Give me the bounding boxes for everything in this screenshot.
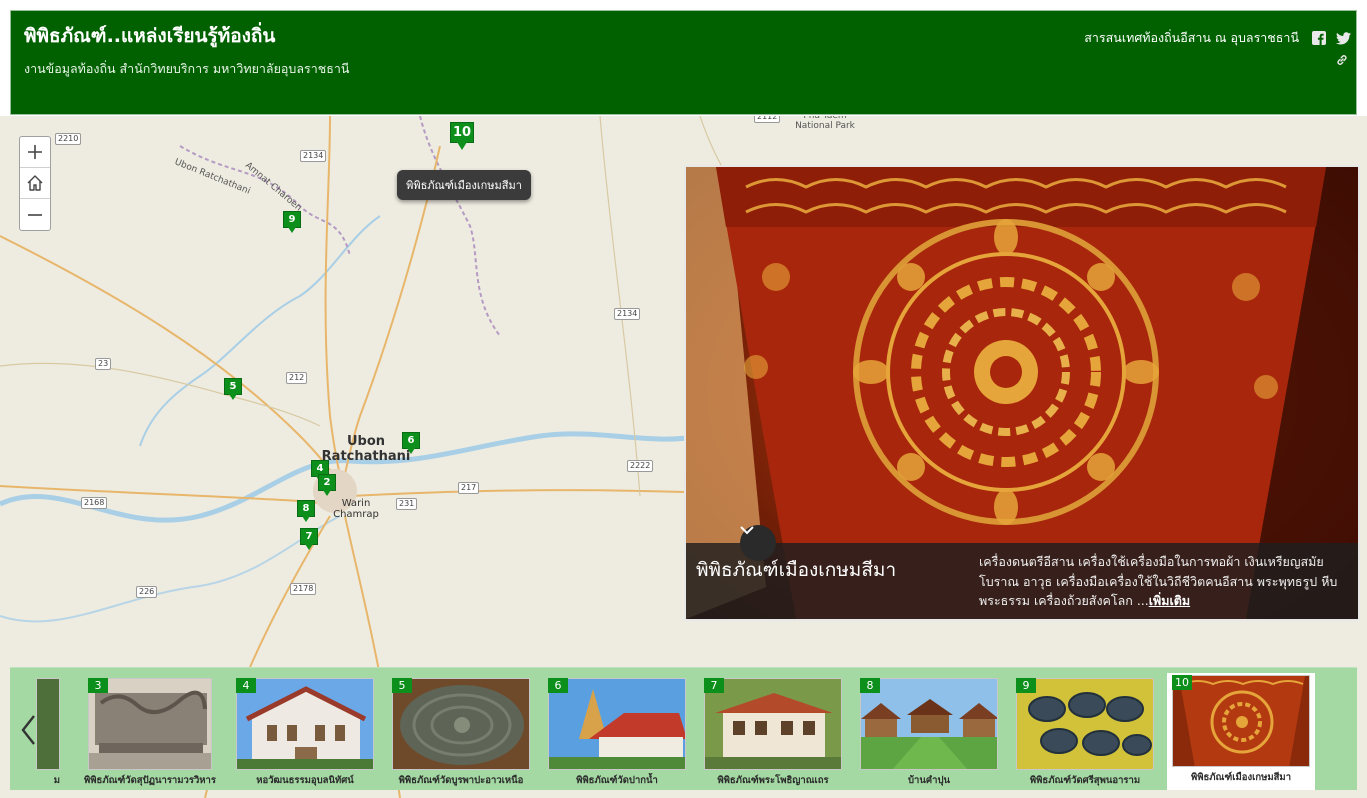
zoom-out-button[interactable] — [20, 199, 50, 230]
thumbnail-label: พิพิธภัณฑ์พระโพธิญาณเถร — [717, 775, 829, 786]
thumbnail-4[interactable]: 4 หอวัฒนธรรมอุบลนิทัศน์ — [236, 678, 374, 786]
zoom-in-button[interactable] — [20, 137, 50, 168]
thumbnail-number: 5 — [392, 678, 412, 693]
city-line: Warin — [341, 498, 371, 509]
road-number: 2112 — [754, 116, 781, 123]
header-links: สารสนเทศท้องถิ่นอีสาน ณ อุบลราชธานี — [1084, 28, 1351, 48]
city-line: Chamrap — [333, 509, 379, 520]
thumbnail-image — [704, 678, 842, 770]
header-bar: พิพิธภัณฑ์..แหล่งเรียนรู้ท้องถิ่น งานข้อ… — [0, 0, 1367, 116]
road-number: 2222 — [627, 460, 654, 472]
city-line: Ratchathani — [321, 449, 411, 464]
thumbnail-carousel: ม 3 พิพิธภัณฑ์วัดสุปัฏนารามวรวิหาร 4 หอว… — [10, 667, 1357, 790]
info-panel: พิพิธภัณฑ์เมืองเกษมสีมา เครื่องดนตรีอีสา… — [684, 165, 1360, 621]
thumbnail-image — [236, 678, 374, 770]
thumbnail-9[interactable]: 9 พิพิธภัณฑ์วัดศรีสุพนอาราม — [1016, 678, 1154, 786]
thumbnail-number: 8 — [860, 678, 880, 693]
thumbnail-label: พิพิธภัณฑ์วัดศรีสุพนอาราม — [1029, 775, 1141, 786]
chevron-left-icon — [21, 715, 35, 745]
road-number: 2178 — [290, 583, 317, 595]
marker-number: 8 — [297, 500, 315, 517]
plus-icon — [28, 145, 42, 159]
road-number: 2210 — [55, 133, 82, 145]
thumbnail-6[interactable]: 6 พิพิธภัณฑ์วัดปากน้ำ — [548, 678, 686, 786]
thumbnail-8[interactable]: 8 บ้านคำปุน — [860, 678, 998, 786]
thumbnail-label: พิพิธภัณฑ์วัดบูรพาปะอาวเหนือ — [398, 775, 524, 786]
map-marker[interactable]: 5 — [224, 378, 242, 400]
thumbnail-number: 3 — [88, 678, 108, 693]
thumbnail-label: ม — [53, 775, 60, 786]
header-link[interactable]: สารสนเทศท้องถิ่นอีสาน ณ อุบลราชธานี — [1084, 28, 1299, 48]
city-label-warin: Warin Chamrap — [330, 498, 382, 520]
marker-tooltip: พิพิธภัณฑ์เมืองเกษมสีมา — [397, 170, 531, 200]
thumbnail-label: หอวัฒนธรรมอุบลนิทัศน์ — [256, 775, 354, 786]
road-number: 217 — [458, 482, 480, 494]
page-title: พิพิธภัณฑ์..แหล่งเรียนรู้ท้องถิ่น — [24, 25, 276, 47]
thumbnail-label: บ้านคำปุน — [907, 775, 951, 786]
share-link-icon[interactable] — [1335, 52, 1349, 66]
story-map-app: พิพิธภัณฑ์..แหล่งเรียนรู้ท้องถิ่น งานข้อ… — [0, 0, 1367, 798]
marker-number: 9 — [283, 211, 301, 228]
marker-number: 5 — [224, 378, 242, 395]
road-number: 2134 — [614, 308, 641, 320]
map-marker[interactable]: 7 — [300, 528, 318, 550]
map-marker[interactable]: 6 — [402, 432, 420, 454]
thumbnail-image — [1172, 675, 1310, 767]
thumbnail-image — [860, 678, 998, 770]
thumbnail-number: 7 — [704, 678, 724, 693]
road-number: 23 — [95, 358, 112, 370]
map-marker[interactable]: 8 — [297, 500, 315, 522]
thumbnail-label: พิพิธภัณฑ์เมืองเกษมสีมา — [1190, 772, 1292, 783]
marker-number: 2 — [318, 474, 336, 491]
thumbnail-5[interactable]: 5 พิพิธภัณฑ์วัดบูรพาปะอาวเหนือ — [392, 678, 530, 786]
map-marker[interactable]: 9 — [283, 211, 301, 233]
road-number: 212 — [286, 372, 308, 384]
thumbnail-image — [1016, 678, 1154, 770]
minus-icon — [28, 213, 42, 216]
twitter-icon[interactable] — [1335, 30, 1351, 46]
thumbnail-number: 10 — [1172, 675, 1192, 690]
zoom-control — [19, 136, 51, 231]
map-place-label: Pha Taem National Park — [795, 116, 855, 131]
road-number: 231 — [396, 498, 418, 510]
info-title: พิพิธภัณฑ์เมืองเกษมสีมา — [696, 559, 897, 581]
thumbnail-number: 4 — [236, 678, 256, 693]
facebook-icon[interactable] — [1311, 30, 1327, 46]
page-subtitle: งานข้อมูลท้องถิ่น สำนักวิทยบริการ มหาวิท… — [24, 61, 350, 76]
thumbnail-image — [548, 678, 686, 770]
info-caption: พิพิธภัณฑ์เมืองเกษมสีมา เครื่องดนตรีอีสา… — [686, 525, 1358, 619]
thumbnail-image — [36, 678, 60, 770]
map-marker[interactable]: 2 — [318, 474, 336, 496]
thumbnail-partial[interactable]: ม — [36, 678, 60, 786]
home-button[interactable] — [20, 168, 50, 199]
marker-number: 7 — [300, 528, 318, 545]
thumbnail-number: 9 — [1016, 678, 1036, 693]
thumbnail-3[interactable]: 3 พิพิธภัณฑ์วัดสุปัฏนารามวรวิหาร — [84, 678, 216, 786]
thumbnail-label: พิพิธภัณฑ์วัดปากน้ำ — [576, 775, 658, 786]
thumbnail-label: พิพิธภัณฑ์วัดสุปัฏนารามวรวิหาร — [84, 775, 216, 786]
thumbnail-number: 6 — [548, 678, 568, 693]
home-icon — [27, 175, 43, 191]
thumbnail-10-active[interactable]: 10 พิพิธภัณฑ์เมืองเกษมสีมา — [1167, 673, 1315, 790]
marker-number: 10 — [450, 122, 474, 143]
marker-number: 6 — [402, 432, 420, 449]
info-description: เครื่องดนตรีอีสาน เครื่องใช้เครื่องมือใน… — [979, 552, 1354, 611]
road-number: 226 — [136, 586, 158, 598]
thumbnail-image — [392, 678, 530, 770]
city-line: Ubon — [346, 434, 386, 449]
read-more-link[interactable]: เพิ่มเติม — [1149, 593, 1190, 608]
chevron-down-icon — [740, 526, 754, 535]
road-number: 2168 — [81, 497, 108, 509]
road-number: 2134 — [300, 150, 327, 162]
city-label-ubon: Ubon Ratchathani — [320, 434, 412, 464]
map-marker[interactable]: 10 — [450, 122, 474, 150]
thumbnail-7[interactable]: 7 พิพิธภัณฑ์พระโพธิญาณเถร — [704, 678, 842, 786]
